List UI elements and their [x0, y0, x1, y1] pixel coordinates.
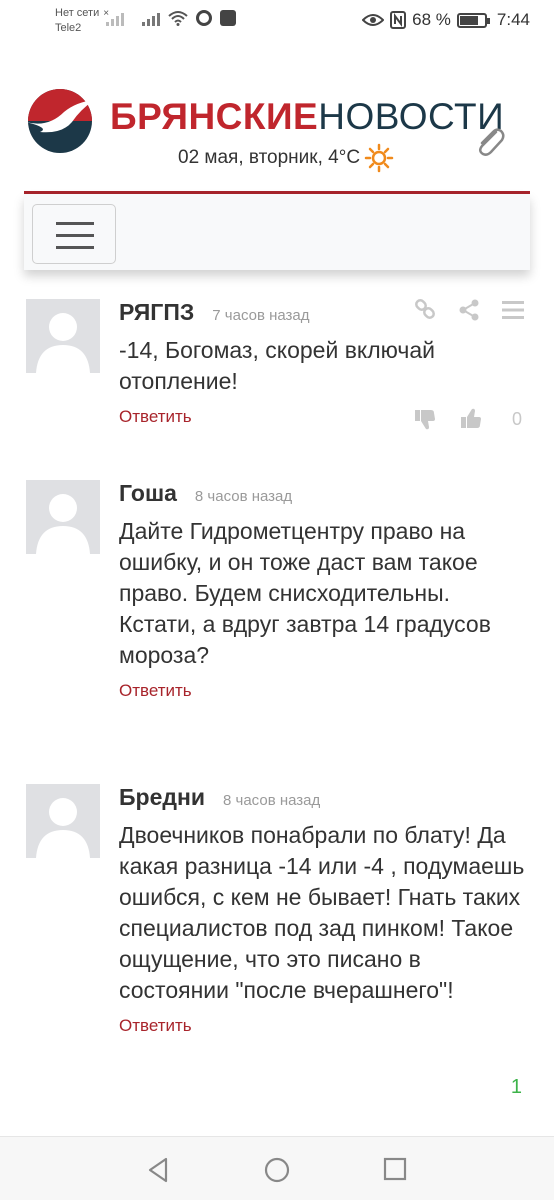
- paperclip-icon[interactable]: [474, 124, 506, 158]
- site-title[interactable]: БРЯНСКИЕНОВОСТИ: [110, 96, 504, 138]
- avatar: [26, 784, 100, 858]
- signal-sim2-icon: [142, 10, 160, 26]
- thumbs-down-icon[interactable]: [414, 407, 438, 431]
- nfc-icon: [390, 11, 407, 29]
- music-app-icon: [220, 10, 236, 26]
- eye-icon: [362, 14, 385, 26]
- back-icon[interactable]: [146, 1157, 170, 1183]
- site-logo[interactable]: [24, 88, 96, 154]
- status-bar: Нет сети × Tele2 68 % 7:44: [0, 0, 554, 44]
- system-nav-bar: [0, 1136, 554, 1200]
- battery-percent: 68 %: [412, 10, 451, 29]
- avatar: [26, 480, 100, 554]
- home-icon[interactable]: [264, 1157, 290, 1183]
- wifi-icon: [168, 11, 188, 26]
- comment-item: Гоша 8 часов назад Дайте Гидрометцентру …: [26, 480, 530, 740]
- nav-bar: [24, 194, 530, 270]
- sun-icon: [364, 143, 394, 173]
- menu-icon[interactable]: [502, 300, 524, 320]
- carrier-info: Нет сети × Tele2: [55, 6, 109, 36]
- comment-author[interactable]: Бредни: [119, 784, 205, 811]
- date-weather: 02 мая, вторник, 4°C: [178, 143, 394, 173]
- thumbs-up-icon[interactable]: [460, 407, 484, 431]
- comment-text: Дайте Гидрометцентру право на ошибку, и …: [119, 518, 491, 668]
- reply-link[interactable]: Ответить: [119, 1016, 192, 1036]
- link-icon[interactable]: [414, 299, 436, 321]
- chrome-icon: [196, 10, 212, 26]
- share-icon[interactable]: [458, 299, 480, 321]
- recents-icon[interactable]: [383, 1157, 407, 1181]
- comment-author[interactable]: РЯГПЗ: [119, 299, 194, 326]
- clock: 7:44: [496, 10, 530, 29]
- carrier-status: Нет сети: [55, 7, 100, 19]
- date-weather-text: 02 мая, вторник, 4°C: [178, 147, 361, 168]
- menu-toggle-button[interactable]: [32, 204, 116, 264]
- signal-sim1-icon: [106, 10, 124, 26]
- comment-author[interactable]: Гоша: [119, 480, 177, 507]
- comment-time[interactable]: 7 часов назад: [212, 307, 309, 324]
- comment-item: РЯГПЗ 7 часов назад -14, Богомаз, скорей…: [26, 299, 530, 449]
- battery-icon: [456, 12, 490, 28]
- comment-time[interactable]: 8 часов назад: [223, 792, 320, 809]
- comment-text: Двоечников понабрали по блату! Да какая …: [119, 822, 525, 1003]
- comment-score: 0: [511, 408, 522, 429]
- avatar: [26, 299, 100, 373]
- status-icons-right: 68 % 7:44: [362, 10, 530, 30]
- status-icons-left: [106, 10, 236, 26]
- comment-time[interactable]: 8 часов назад: [195, 488, 292, 505]
- comment-text: -14, Богомаз, скорей включай отопление!: [119, 337, 436, 394]
- site-title-part1: БРЯНСКИЕ: [110, 96, 319, 137]
- comment-score: 1: [510, 1076, 522, 1098]
- reply-link[interactable]: Ответить: [119, 407, 192, 427]
- comment-item: Бредни 8 часов назад Двоечников понабрал…: [26, 784, 530, 1104]
- carrier-name: Tele2: [55, 22, 82, 34]
- reply-link[interactable]: Ответить: [119, 681, 192, 701]
